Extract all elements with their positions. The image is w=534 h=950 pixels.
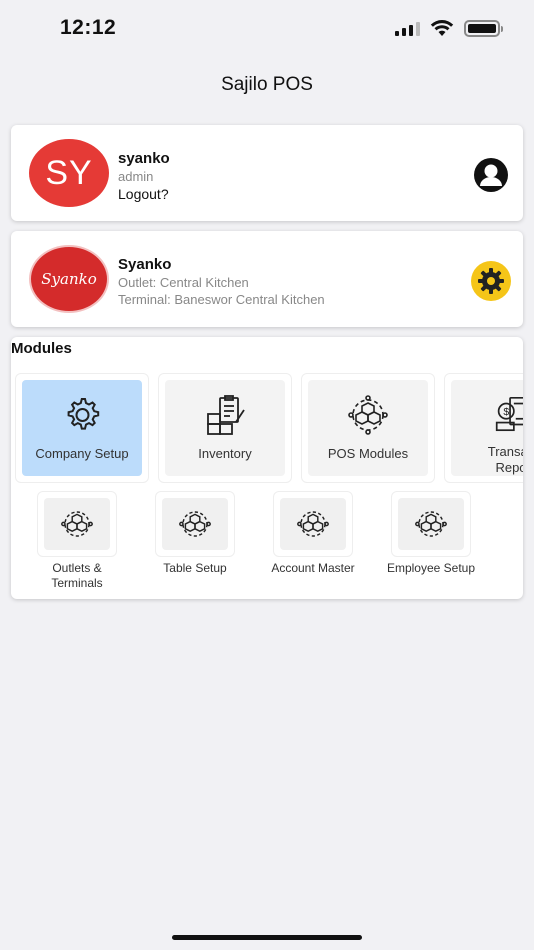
- user-profile-icon: [474, 158, 508, 192]
- module-inventory[interactable]: Inventory: [158, 373, 292, 483]
- outlet-settings-button[interactable]: [471, 261, 511, 301]
- transaction-report-icon: $: [495, 396, 523, 432]
- module-label: Company Setup: [35, 446, 129, 461]
- module-label: Account Master: [271, 561, 355, 575]
- cubes-network-icon: [297, 511, 329, 537]
- status-time: 12:12: [60, 16, 117, 39]
- module-account-master[interactable]: Account Master: [265, 491, 361, 591]
- module-label: Transac Repo: [487, 444, 523, 475]
- module-label: Inventory: [198, 446, 252, 461]
- module-label: POS Modules: [327, 446, 409, 461]
- status-icons: [395, 20, 503, 37]
- cubes-network-icon: [348, 395, 388, 435]
- terminal-line: Terminal: Baneswor Central Kitchen: [118, 292, 325, 307]
- cubes-network-icon: [61, 511, 93, 537]
- outlet-logo: Syanko: [29, 245, 109, 313]
- logout-link[interactable]: Logout?: [118, 186, 170, 202]
- cubes-network-icon: [415, 511, 447, 537]
- outlet-line: Outlet: Central Kitchen: [118, 275, 249, 290]
- user-avatar: SY: [29, 139, 109, 207]
- modules-row-2: Outlets & Terminals Table Setup Account …: [29, 491, 479, 591]
- outlet-info: Syanko Outlet: Central Kitchen Terminal:…: [118, 256, 325, 307]
- user-info: syanko admin Logout?: [118, 150, 170, 202]
- user-name: syanko: [118, 150, 170, 167]
- module-transaction-report[interactable]: $ Transac Repo: [444, 373, 523, 483]
- module-label: Employee Setup: [386, 561, 476, 575]
- modules-row-1: Company Setup Inventory POS Modules $ Tr…: [15, 373, 523, 483]
- app-title: Sajilo POS: [221, 74, 313, 95]
- module-company-setup[interactable]: Company Setup: [15, 373, 149, 483]
- module-label: Table Setup: [163, 561, 227, 575]
- user-role: admin: [118, 169, 154, 184]
- module-pos-modules[interactable]: POS Modules: [301, 373, 435, 483]
- modules-title: Modules: [11, 340, 72, 357]
- gear-icon: [67, 398, 100, 430]
- outlet-card: Syanko Syanko Outlet: Central Kitchen Te…: [11, 231, 523, 327]
- status-bar: 12:12: [0, 0, 534, 58]
- cubes-network-icon: [179, 511, 211, 537]
- module-outlets-terminals[interactable]: Outlets & Terminals: [29, 491, 125, 591]
- modules-card: Modules Company Setup Inventory POS Modu…: [11, 337, 523, 599]
- outlet-name: Syanko: [118, 256, 172, 273]
- inventory-icon: [207, 395, 245, 435]
- user-card: SY syanko admin Logout?: [11, 125, 523, 221]
- user-profile-button[interactable]: [473, 157, 509, 193]
- wifi-icon: [430, 20, 454, 36]
- module-employee-setup[interactable]: Employee Setup: [383, 491, 479, 591]
- home-indicator[interactable]: [172, 935, 362, 940]
- module-table-setup[interactable]: Table Setup: [147, 491, 243, 591]
- module-label: Outlets & Terminals: [51, 561, 103, 590]
- svg-text:$: $: [503, 407, 509, 418]
- battery-icon: [464, 20, 503, 37]
- gear-icon: [478, 268, 504, 294]
- signal-icon: [395, 21, 420, 36]
